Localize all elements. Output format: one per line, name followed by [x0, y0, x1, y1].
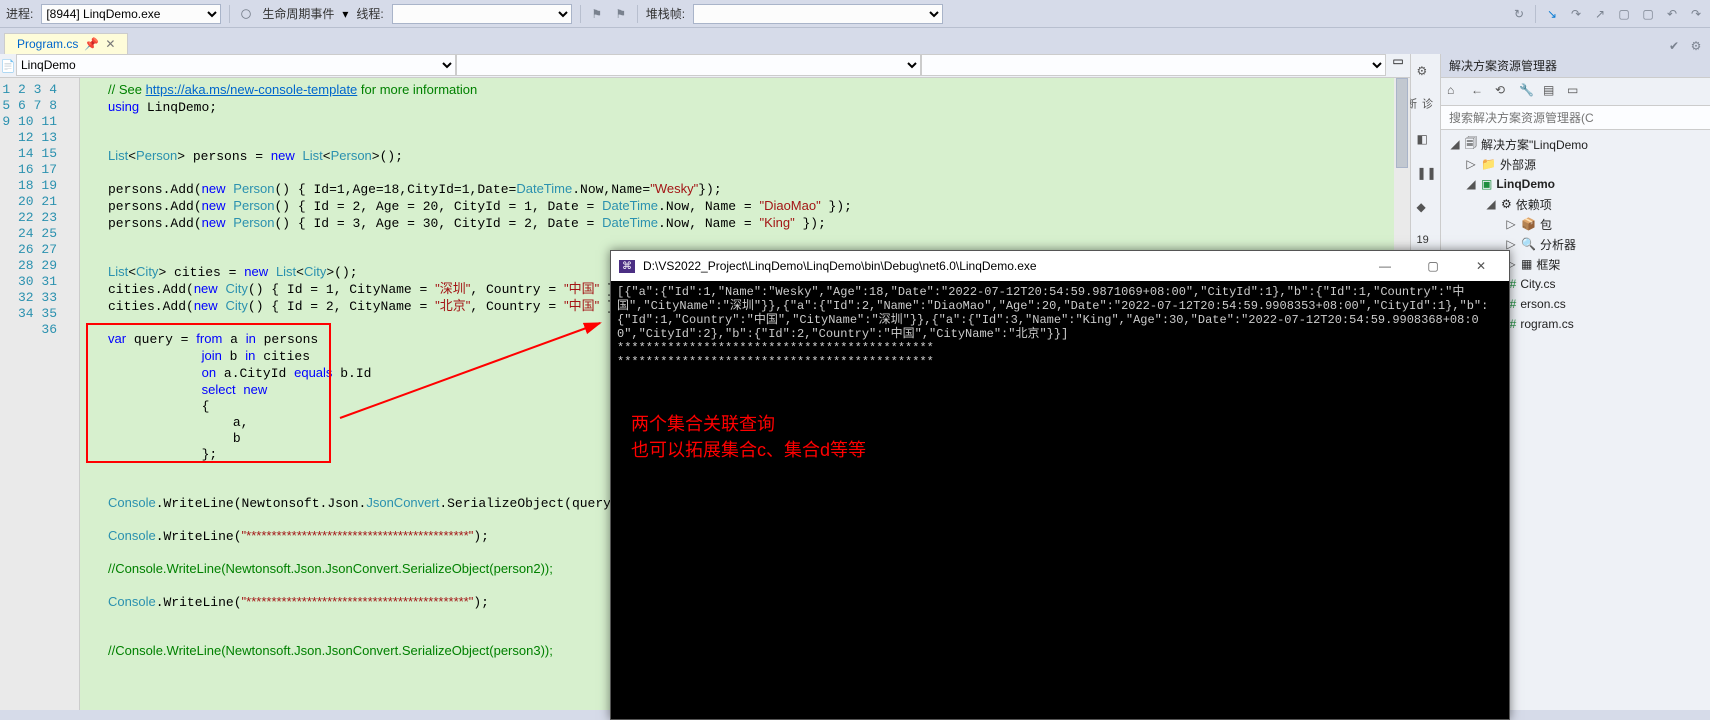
- thread-label: 线程:: [356, 5, 383, 22]
- step-icon[interactable]: ↶: [1664, 6, 1680, 22]
- member-combo[interactable]: [921, 54, 1386, 76]
- dependencies-node[interactable]: ◢⚙依赖项: [1441, 194, 1710, 214]
- refresh-icon[interactable]: ↻: [1511, 6, 1527, 22]
- pin-icon[interactable]: 📌: [84, 37, 99, 51]
- pause-icon[interactable]: ❚❚: [1417, 166, 1435, 184]
- diagnostics-gear-icon[interactable]: ⚙: [1417, 64, 1435, 82]
- project-combo[interactable]: LinqDemo: [16, 54, 456, 76]
- marker-icon[interactable]: ◆: [1417, 200, 1435, 218]
- tab-label: Program.cs: [17, 37, 78, 51]
- properties-icon[interactable]: ▭: [1567, 83, 1585, 101]
- home-icon[interactable]: ⌂: [1447, 83, 1465, 101]
- packages-node[interactable]: ▷📦包: [1441, 214, 1710, 234]
- analyzer-icon: 🔍: [1521, 237, 1536, 251]
- solution-explorer-toolbar: ⌂ ← ⟲ 🔧 ▤ ▭: [1441, 78, 1710, 106]
- process-selector[interactable]: [8944] LinqDemo.exe: [41, 4, 221, 24]
- code-editor: 📄 LinqDemo ▭ 1 2 3 4 5 6 7 8 9 10 11 12 …: [0, 54, 1410, 710]
- health-indicator-icon[interactable]: ✔: [1666, 38, 1682, 54]
- framework-icon: ▦: [1521, 257, 1532, 271]
- process-label: 进程:: [6, 5, 33, 22]
- csproj-icon: ▣: [1481, 177, 1492, 191]
- package-icon: 📦: [1521, 217, 1536, 231]
- thread-selector[interactable]: [392, 4, 572, 24]
- lifecycle-event-icon[interactable]: [238, 6, 254, 22]
- minimize-button[interactable]: —: [1365, 259, 1405, 273]
- diagnostics-label: 诊断: [1417, 98, 1435, 116]
- csharp-file-icon: 📄: [0, 54, 16, 77]
- showall-icon[interactable]: ▤: [1543, 83, 1561, 101]
- bookmark-icon[interactable]: ▢: [1616, 6, 1632, 22]
- deps-icon: ⚙: [1501, 197, 1512, 211]
- step2-icon[interactable]: ↷: [1688, 6, 1704, 22]
- solution-search-input[interactable]: [1441, 106, 1710, 129]
- document-tabs: Program.cs 📌 ✕ ✔ ⚙: [0, 28, 1710, 54]
- console-window: ⌘ D:\VS2022_Project\LinqDemo\LinqDemo\bi…: [610, 250, 1510, 720]
- flag-icon[interactable]: ⚑: [589, 6, 605, 22]
- step-into-icon[interactable]: ↘: [1544, 6, 1560, 22]
- step-out-icon[interactable]: ↗: [1592, 6, 1608, 22]
- solution-root-node[interactable]: ◢🗐解决方案"LinqDemo: [1441, 134, 1710, 154]
- close-icon[interactable]: ✕: [105, 37, 115, 51]
- split-icon[interactable]: ▭: [1386, 54, 1410, 77]
- external-sources-node[interactable]: ▷📁外部源: [1441, 154, 1710, 174]
- solution-explorer-title: 解决方案资源管理器: [1441, 54, 1710, 78]
- debug-toolbar: 进程: [8944] LinqDemo.exe 生命周期事件 ▾ 线程: ⚑ ⚑…: [0, 0, 1710, 28]
- line-number-gutter: 1 2 3 4 5 6 7 8 9 10 11 12 13 14 15 16 1…: [0, 78, 80, 710]
- folder-icon: 📁: [1481, 157, 1496, 171]
- type-combo[interactable]: [456, 54, 921, 76]
- bookmark2-icon[interactable]: ▢: [1640, 6, 1656, 22]
- chart-icon[interactable]: ◧: [1417, 132, 1435, 150]
- step-over-icon[interactable]: ↷: [1568, 6, 1584, 22]
- back-icon[interactable]: ←: [1471, 83, 1489, 101]
- console-app-icon: ⌘: [619, 260, 635, 273]
- gear-icon[interactable]: ⚙: [1688, 38, 1704, 54]
- project-node[interactable]: ◢▣LinqDemo: [1441, 174, 1710, 194]
- flag2-icon[interactable]: ⚑: [613, 6, 629, 22]
- stackframe-label: 堆栈帧:: [646, 5, 685, 22]
- annotation-text: 两个集合关联查询 也可以拓展集合c、集合d等等: [631, 411, 866, 463]
- solution-search[interactable]: [1441, 106, 1710, 130]
- solution-icon: 🗐: [1465, 134, 1477, 155]
- tab-program-cs[interactable]: Program.cs 📌 ✕: [4, 33, 128, 54]
- maximize-button[interactable]: ▢: [1413, 259, 1453, 273]
- tool-icon[interactable]: 🔧: [1519, 83, 1537, 101]
- close-button[interactable]: ✕: [1461, 259, 1501, 273]
- lifecycle-label: 生命周期事件: [262, 5, 334, 22]
- stackframe-selector[interactable]: [693, 4, 943, 24]
- sync-icon[interactable]: ⟲: [1495, 83, 1513, 101]
- console-title-text: D:\VS2022_Project\LinqDemo\LinqDemo\bin\…: [643, 259, 1037, 273]
- console-titlebar[interactable]: ⌘ D:\VS2022_Project\LinqDemo\LinqDemo\bi…: [611, 251, 1509, 281]
- console-output[interactable]: [{"a":{"Id":1,"Name":"Wesky","Age":18,"D…: [611, 281, 1509, 373]
